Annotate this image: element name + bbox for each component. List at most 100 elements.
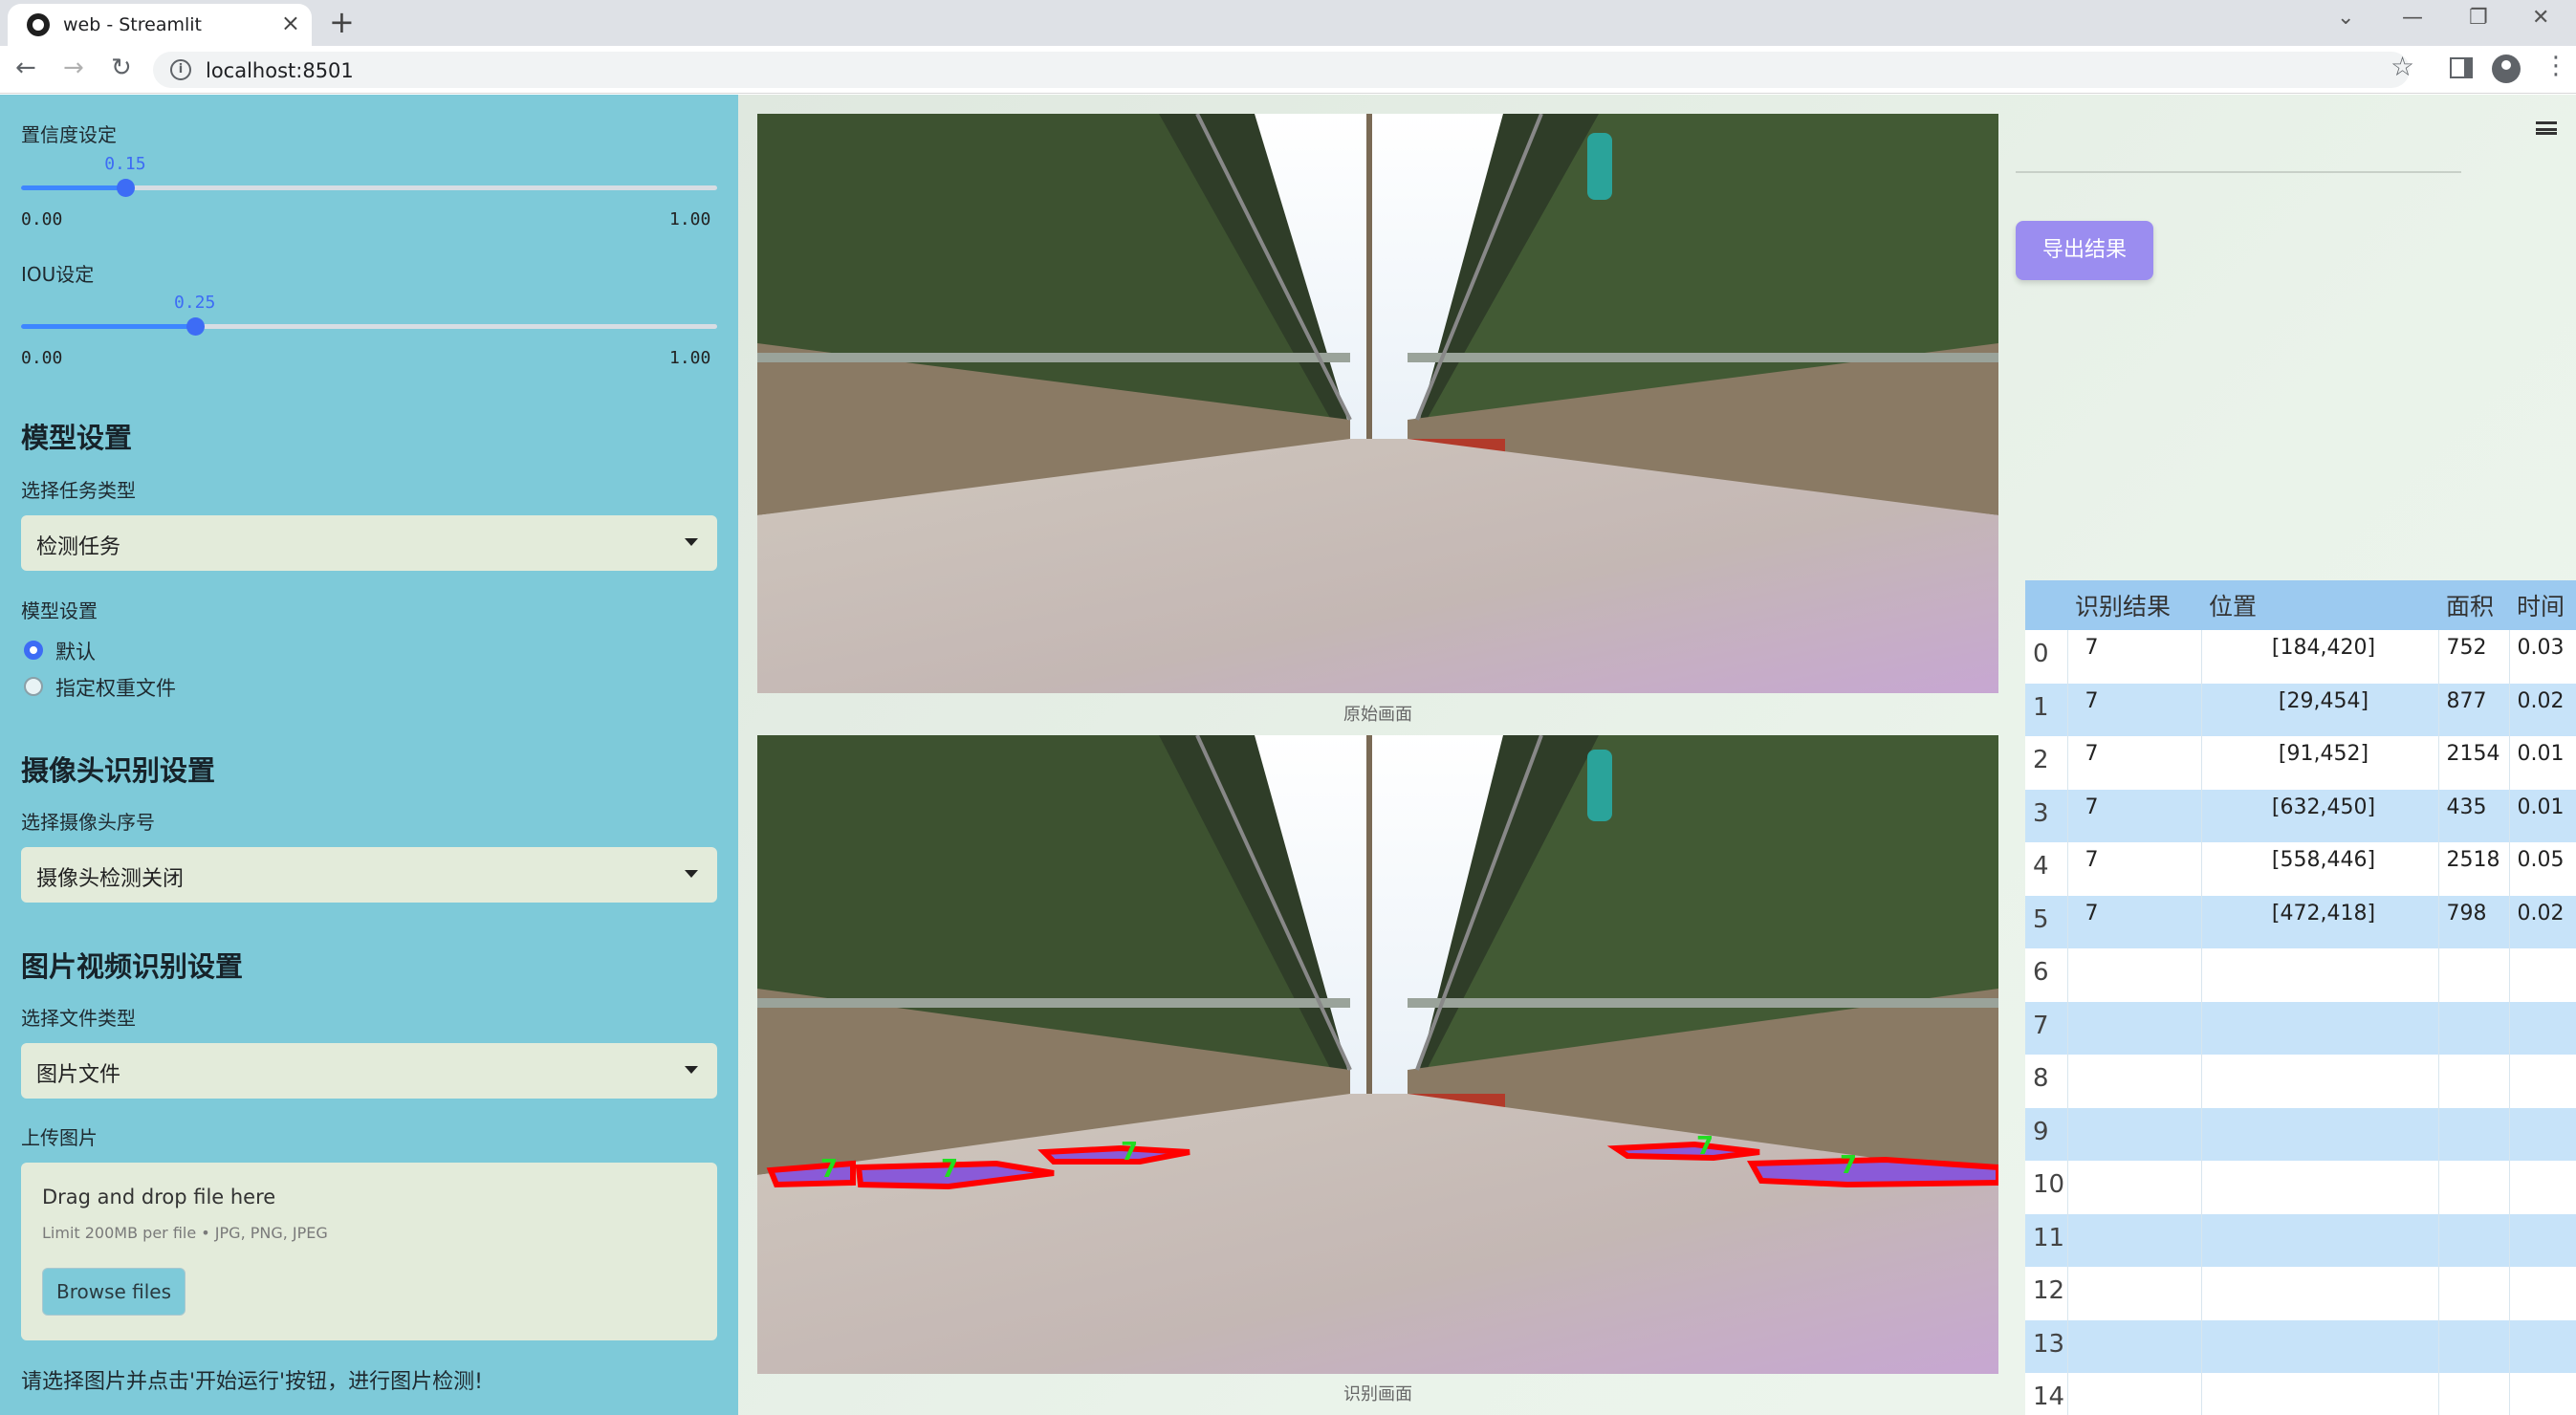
camera-index-label: 选择摄像头序号 bbox=[21, 811, 155, 834]
table-row[interactable]: 11 bbox=[2025, 1213, 2576, 1267]
camera-index-select[interactable]: 摄像头检测关闭 bbox=[21, 847, 717, 903]
table-row[interactable]: 8 bbox=[2025, 1055, 2576, 1108]
table-header-index[interactable] bbox=[2025, 580, 2067, 630]
tab-search-icon[interactable]: ⌄ bbox=[2337, 6, 2354, 30]
arrow-left-icon[interactable]: ← bbox=[15, 54, 36, 82]
table-cell-label: 7 bbox=[2066, 842, 2201, 896]
radio-default-label[interactable]: 默认 bbox=[55, 637, 96, 665]
iou-min: 0.00 bbox=[21, 348, 63, 368]
browser-tab[interactable]: web - Streamlit × bbox=[8, 4, 312, 46]
table-cell-area bbox=[2437, 1001, 2509, 1055]
table-cell-position bbox=[2200, 1319, 2438, 1373]
table-row[interactable]: 2 7 [91,452] 2154 0.01 bbox=[2025, 736, 2576, 790]
reload-icon[interactable]: ↻ bbox=[111, 54, 132, 82]
instruction-text: 请选择图片并点击'开始运行'按钮，进行图片检测! bbox=[21, 1370, 483, 1394]
table-row[interactable]: 6 bbox=[2025, 948, 2576, 1002]
table-row[interactable]: 5 7 [472,418] 798 0.02 bbox=[2025, 895, 2576, 948]
table-cell-index: 1 bbox=[2025, 683, 2067, 736]
table-row[interactable]: 12 bbox=[2025, 1267, 2576, 1320]
table-row[interactable]: 0 7 [184,420] 752 0.03 bbox=[2025, 630, 2576, 684]
plus-icon[interactable]: + bbox=[329, 4, 355, 40]
confidence-slider[interactable] bbox=[21, 179, 717, 197]
kebab-menu-icon[interactable]: ⋮ bbox=[2543, 52, 2568, 80]
table-cell-time bbox=[2508, 1055, 2576, 1108]
iou-max: 1.00 bbox=[669, 348, 711, 368]
chevron-down-icon bbox=[685, 1066, 698, 1074]
table-cell-index: 7 bbox=[2025, 1001, 2067, 1055]
table-cell-time: 0.03 bbox=[2508, 630, 2576, 684]
tab-title: web - Streamlit bbox=[63, 14, 202, 35]
iou-label: IOU设定 bbox=[21, 263, 95, 286]
close-icon[interactable]: × bbox=[281, 10, 300, 36]
table-cell-area bbox=[2437, 1055, 2509, 1108]
model-label: 模型设置 bbox=[21, 599, 98, 622]
table-cell-position: [558,446] bbox=[2200, 842, 2438, 896]
window-close-icon[interactable]: ✕ bbox=[2532, 6, 2549, 30]
table-cell-label bbox=[2066, 1001, 2201, 1055]
profile-icon[interactable] bbox=[2492, 54, 2521, 83]
table-row[interactable]: 3 7 [632,450] 435 0.01 bbox=[2025, 789, 2576, 842]
restore-icon[interactable]: ❐ bbox=[2469, 6, 2488, 30]
table-cell-position: [472,418] bbox=[2200, 895, 2438, 948]
table-row[interactable]: 7 bbox=[2025, 1001, 2576, 1055]
table-cell-label: 7 bbox=[2066, 895, 2201, 948]
info-icon[interactable]: i bbox=[170, 59, 191, 80]
confidence-label: 置信度设定 bbox=[21, 123, 117, 146]
export-results-button[interactable]: 导出结果 bbox=[2016, 221, 2153, 280]
table-row[interactable]: 4 7 [558,446] 2518 0.05 bbox=[2025, 842, 2576, 896]
table-cell-area bbox=[2437, 948, 2509, 1002]
detection-label: 7 bbox=[1121, 1138, 1138, 1166]
streamlit-logo-icon bbox=[27, 13, 50, 36]
arrow-right-icon[interactable]: → bbox=[63, 54, 84, 82]
task-type-select[interactable]: 检测任务 bbox=[21, 515, 717, 571]
task-type-label: 选择任务类型 bbox=[21, 479, 136, 502]
iou-slider[interactable] bbox=[21, 317, 717, 336]
side-panel-icon[interactable] bbox=[2450, 57, 2473, 78]
table-cell-position: [29,454] bbox=[2200, 683, 2438, 736]
table-row[interactable]: 13 bbox=[2025, 1319, 2576, 1373]
table-cell-area bbox=[2437, 1319, 2509, 1373]
table-cell-time bbox=[2508, 1107, 2576, 1161]
main-content: 原始画面 7 7 7 7 7 识别画面 导出结果 识别结果 位置 面积 时间 0… bbox=[738, 95, 2576, 1415]
minimize-icon[interactable]: — bbox=[2402, 6, 2423, 30]
table-cell-time bbox=[2508, 1373, 2576, 1415]
file-type-value: 图片文件 bbox=[36, 1063, 121, 1087]
radio-custom-weights[interactable] bbox=[24, 677, 43, 696]
table-cell-label bbox=[2066, 1107, 2201, 1161]
table-cell-index: 5 bbox=[2025, 895, 2067, 948]
hamburger-menu-icon[interactable] bbox=[2536, 121, 2557, 135]
file-dropzone[interactable]: Drag and drop file here Limit 200MB per … bbox=[21, 1163, 717, 1340]
table-cell-time: 0.05 bbox=[2508, 842, 2576, 896]
table-header-label[interactable]: 识别结果 bbox=[2067, 580, 2201, 630]
table-header-position[interactable]: 位置 bbox=[2201, 580, 2438, 630]
table-cell-area: 877 bbox=[2437, 683, 2509, 736]
divider bbox=[2016, 171, 2461, 173]
table-row[interactable]: 1 7 [29,454] 877 0.02 bbox=[2025, 683, 2576, 736]
table-header-time[interactable]: 时间 bbox=[2509, 580, 2576, 630]
table-row[interactable]: 10 bbox=[2025, 1161, 2576, 1214]
table-header-area[interactable]: 面积 bbox=[2438, 580, 2509, 630]
dropzone-title: Drag and drop file here bbox=[42, 1186, 276, 1208]
confidence-slider-thumb[interactable] bbox=[117, 179, 136, 197]
table-row[interactable]: 14 bbox=[2025, 1373, 2576, 1415]
star-icon[interactable]: ☆ bbox=[2390, 51, 2414, 82]
chevron-down-icon bbox=[685, 870, 698, 878]
table-row[interactable]: 9 bbox=[2025, 1107, 2576, 1161]
upload-label: 上传图片 bbox=[21, 1126, 98, 1149]
browser-toolbar: ← → ↻ i localhost:8501 ☆ ⋮ bbox=[0, 46, 2576, 94]
table-cell-index: 10 bbox=[2025, 1161, 2067, 1214]
iou-slider-thumb[interactable] bbox=[186, 317, 205, 336]
table-cell-index: 2 bbox=[2025, 736, 2067, 790]
url-text[interactable]: localhost:8501 bbox=[206, 59, 354, 82]
table-cell-position bbox=[2200, 1161, 2438, 1214]
table-body: 0 7 [184,420] 752 0.03 1 7 [29,454] 877 0.02 2 7 [91… bbox=[2025, 630, 2576, 1415]
detection-label: 7 bbox=[1696, 1132, 1714, 1161]
address-bar[interactable]: i localhost:8501 bbox=[153, 52, 2410, 88]
file-type-select[interactable]: 图片文件 bbox=[21, 1043, 717, 1099]
radio-default[interactable] bbox=[24, 641, 43, 660]
table-cell-position: [632,450] bbox=[2200, 789, 2438, 842]
browse-files-button[interactable]: Browse files bbox=[42, 1268, 186, 1316]
table-cell-position bbox=[2200, 1373, 2438, 1415]
radio-custom-weights-label[interactable]: 指定权重文件 bbox=[55, 673, 176, 702]
table-cell-area bbox=[2437, 1213, 2509, 1267]
